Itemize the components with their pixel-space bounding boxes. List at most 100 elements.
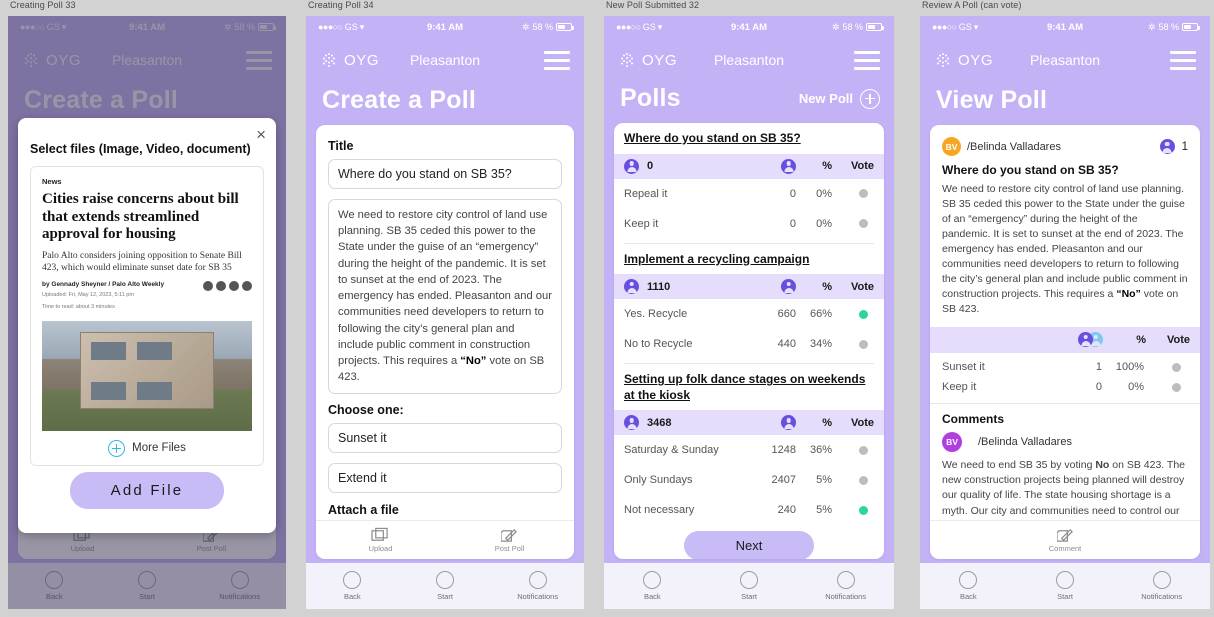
nav-notifications[interactable]: Notifications xyxy=(1113,571,1210,601)
person-icon xyxy=(624,279,639,295)
choice-2-input[interactable]: Extend it xyxy=(328,462,562,493)
compose-icon xyxy=(445,526,574,544)
poll-option-row[interactable]: Repeal it 0 0% xyxy=(614,179,884,209)
vote-toggle[interactable] xyxy=(832,339,874,349)
poll-item: Where do you stand on SB 35? 0 % Vote Re… xyxy=(614,123,884,239)
back-icon xyxy=(643,571,662,589)
vote-toggle[interactable] xyxy=(1144,382,1188,392)
poll-option-row[interactable]: Only Sundays 2407 5% xyxy=(614,465,884,495)
column-count-icon xyxy=(744,415,796,431)
vote-toggle[interactable] xyxy=(832,189,874,199)
app-bar: OYG Pleasanton xyxy=(604,38,894,82)
hamburger-menu-icon[interactable] xyxy=(854,50,880,70)
frame-label: Creating Poll 34 xyxy=(308,0,374,10)
frame-label: New Poll Submitted 32 xyxy=(606,0,700,10)
poll-option-row[interactable]: No to Recycle 440 34% xyxy=(614,329,884,359)
wifi-icon: ▾ xyxy=(657,21,663,32)
bottom-nav: Back Start Notifications xyxy=(920,563,1210,609)
bluetooth-icon: ✲ xyxy=(521,21,530,32)
option-label: No to Recycle xyxy=(624,338,693,351)
vote-toggle[interactable] xyxy=(832,505,874,515)
page-title-row: Polls New Poll xyxy=(604,82,894,123)
share-facebook-icon[interactable] xyxy=(216,281,226,292)
file-preview-card[interactable]: News Cities raise concerns about bill th… xyxy=(30,166,264,466)
footer-post-poll[interactable]: Post Poll xyxy=(445,526,574,553)
vote-toggle[interactable] xyxy=(832,309,874,319)
vote-toggle[interactable] xyxy=(1144,362,1188,372)
close-icon[interactable]: × xyxy=(256,126,266,143)
footer-upload[interactable]: Upload xyxy=(316,526,445,553)
frame-review-a-poll: Review A Poll (can vote) ●●●○○ GS ▾ 9:41… xyxy=(920,0,1210,609)
column-percent: % xyxy=(1136,334,1146,346)
nav-notifications-label: Notifications xyxy=(825,592,867,601)
brand[interactable]: OYG xyxy=(618,51,677,69)
brand[interactable]: OYG xyxy=(320,51,379,69)
share-email-icon[interactable] xyxy=(203,281,213,292)
nav-back[interactable]: Back xyxy=(920,571,1017,601)
person-icon xyxy=(624,158,639,174)
card-footer: Comment xyxy=(930,520,1200,559)
nav-notifications[interactable]: Notifications xyxy=(797,571,894,601)
comment-text: We need to end SB 35 by voting No on SB … xyxy=(942,459,1186,520)
result-row[interactable]: Keep it 0 0% xyxy=(942,377,1188,397)
option-percent: 34% xyxy=(809,338,832,351)
nav-start[interactable]: Start xyxy=(399,571,492,601)
viewer-count-value: 1 xyxy=(1181,140,1188,153)
share-more-icon[interactable] xyxy=(242,281,252,292)
option-label: Repeal it xyxy=(624,187,668,200)
article-uploaded: Uploaded: Fri, May 12, 2023, 5:11 pm xyxy=(42,292,134,299)
footer-comment[interactable]: Comment xyxy=(930,526,1200,553)
result-row[interactable]: Sunset it 1 100% xyxy=(942,357,1188,377)
poll-title-input[interactable]: Where do you stand on SB 35? xyxy=(328,159,562,189)
new-poll-button[interactable]: New Poll xyxy=(799,88,880,109)
carrier-label: GS xyxy=(958,22,972,32)
nav-back-label: Back xyxy=(959,592,977,601)
nav-start[interactable]: Start xyxy=(701,571,798,601)
poll-header-row: 0 % Vote xyxy=(614,153,884,179)
nav-back[interactable]: Back xyxy=(604,571,701,601)
poll-question[interactable]: Where do you stand on SB 35? xyxy=(614,123,884,154)
status-bar: ●●●○○ GS ▾ 9:41 AM ✲ 58 % xyxy=(920,16,1210,38)
oyg-logo-icon xyxy=(618,51,636,69)
vote-toggle[interactable] xyxy=(832,219,874,229)
battery-label: 58 % xyxy=(842,22,863,32)
polls-list-card: Where do you stand on SB 35? 0 % Vote Re… xyxy=(614,123,884,559)
option-count: 2407 xyxy=(771,474,796,487)
poll-option-row[interactable]: Saturday & Sunday 1248 36% xyxy=(614,435,884,465)
poll-description-input[interactable]: We need to restore city control of land … xyxy=(328,199,562,394)
nav-back[interactable]: Back xyxy=(306,571,399,601)
more-files-button[interactable]: More Files xyxy=(31,431,263,465)
vote-toggle[interactable] xyxy=(832,445,874,455)
option-percent: 5% xyxy=(816,474,832,487)
option-label: Only Sundays xyxy=(624,474,693,487)
next-button[interactable]: Next xyxy=(684,531,814,559)
hamburger-menu-icon[interactable] xyxy=(544,50,570,70)
status-carrier: ●●●○○ GS ▾ xyxy=(318,22,364,33)
poll-question[interactable]: Implement a recycling campaign xyxy=(614,244,884,275)
add-file-button[interactable]: Add File xyxy=(69,471,225,509)
poll-option-row[interactable]: Yes. Recycle 660 66% xyxy=(614,299,884,329)
vote-toggle[interactable] xyxy=(832,475,874,485)
notifications-icon xyxy=(836,571,855,589)
comment-author-name: /Belinda Valladares xyxy=(978,436,1072,448)
hamburger-menu-icon[interactable] xyxy=(1170,50,1196,70)
choice-1-input[interactable]: Sunset it xyxy=(328,422,562,453)
nav-start[interactable]: Start xyxy=(1017,571,1114,601)
share-twitter-icon[interactable] xyxy=(229,281,239,292)
poll-option-row[interactable]: Keep it 0 0% xyxy=(614,209,884,239)
column-vote: Vote xyxy=(1166,334,1190,346)
vote-dot-icon xyxy=(1172,382,1181,392)
oyg-logo-icon xyxy=(320,51,338,69)
app-bar: OYG Pleasanton xyxy=(920,38,1210,82)
nav-notifications[interactable]: Notifications xyxy=(491,571,584,601)
back-icon xyxy=(343,571,362,589)
social-share-icons[interactable] xyxy=(203,281,252,292)
poll-question[interactable]: Setting up folk dance stages on weekends… xyxy=(614,364,884,410)
screenshot-board: Creating Poll 33 ●●●○○ GS ▾ 9:41 AM ✲ 58… xyxy=(0,0,1214,617)
card-body: Where do you stand on SB 35? 0 % Vote Re… xyxy=(614,123,884,559)
brand[interactable]: OYG xyxy=(934,51,993,69)
option-percent: 0% xyxy=(1128,381,1144,393)
person-icon xyxy=(624,415,639,431)
create-poll-form-card: Title Where do you stand on SB 35? We ne… xyxy=(316,125,574,559)
poll-option-row[interactable]: Not necessary 240 5% xyxy=(614,495,884,525)
